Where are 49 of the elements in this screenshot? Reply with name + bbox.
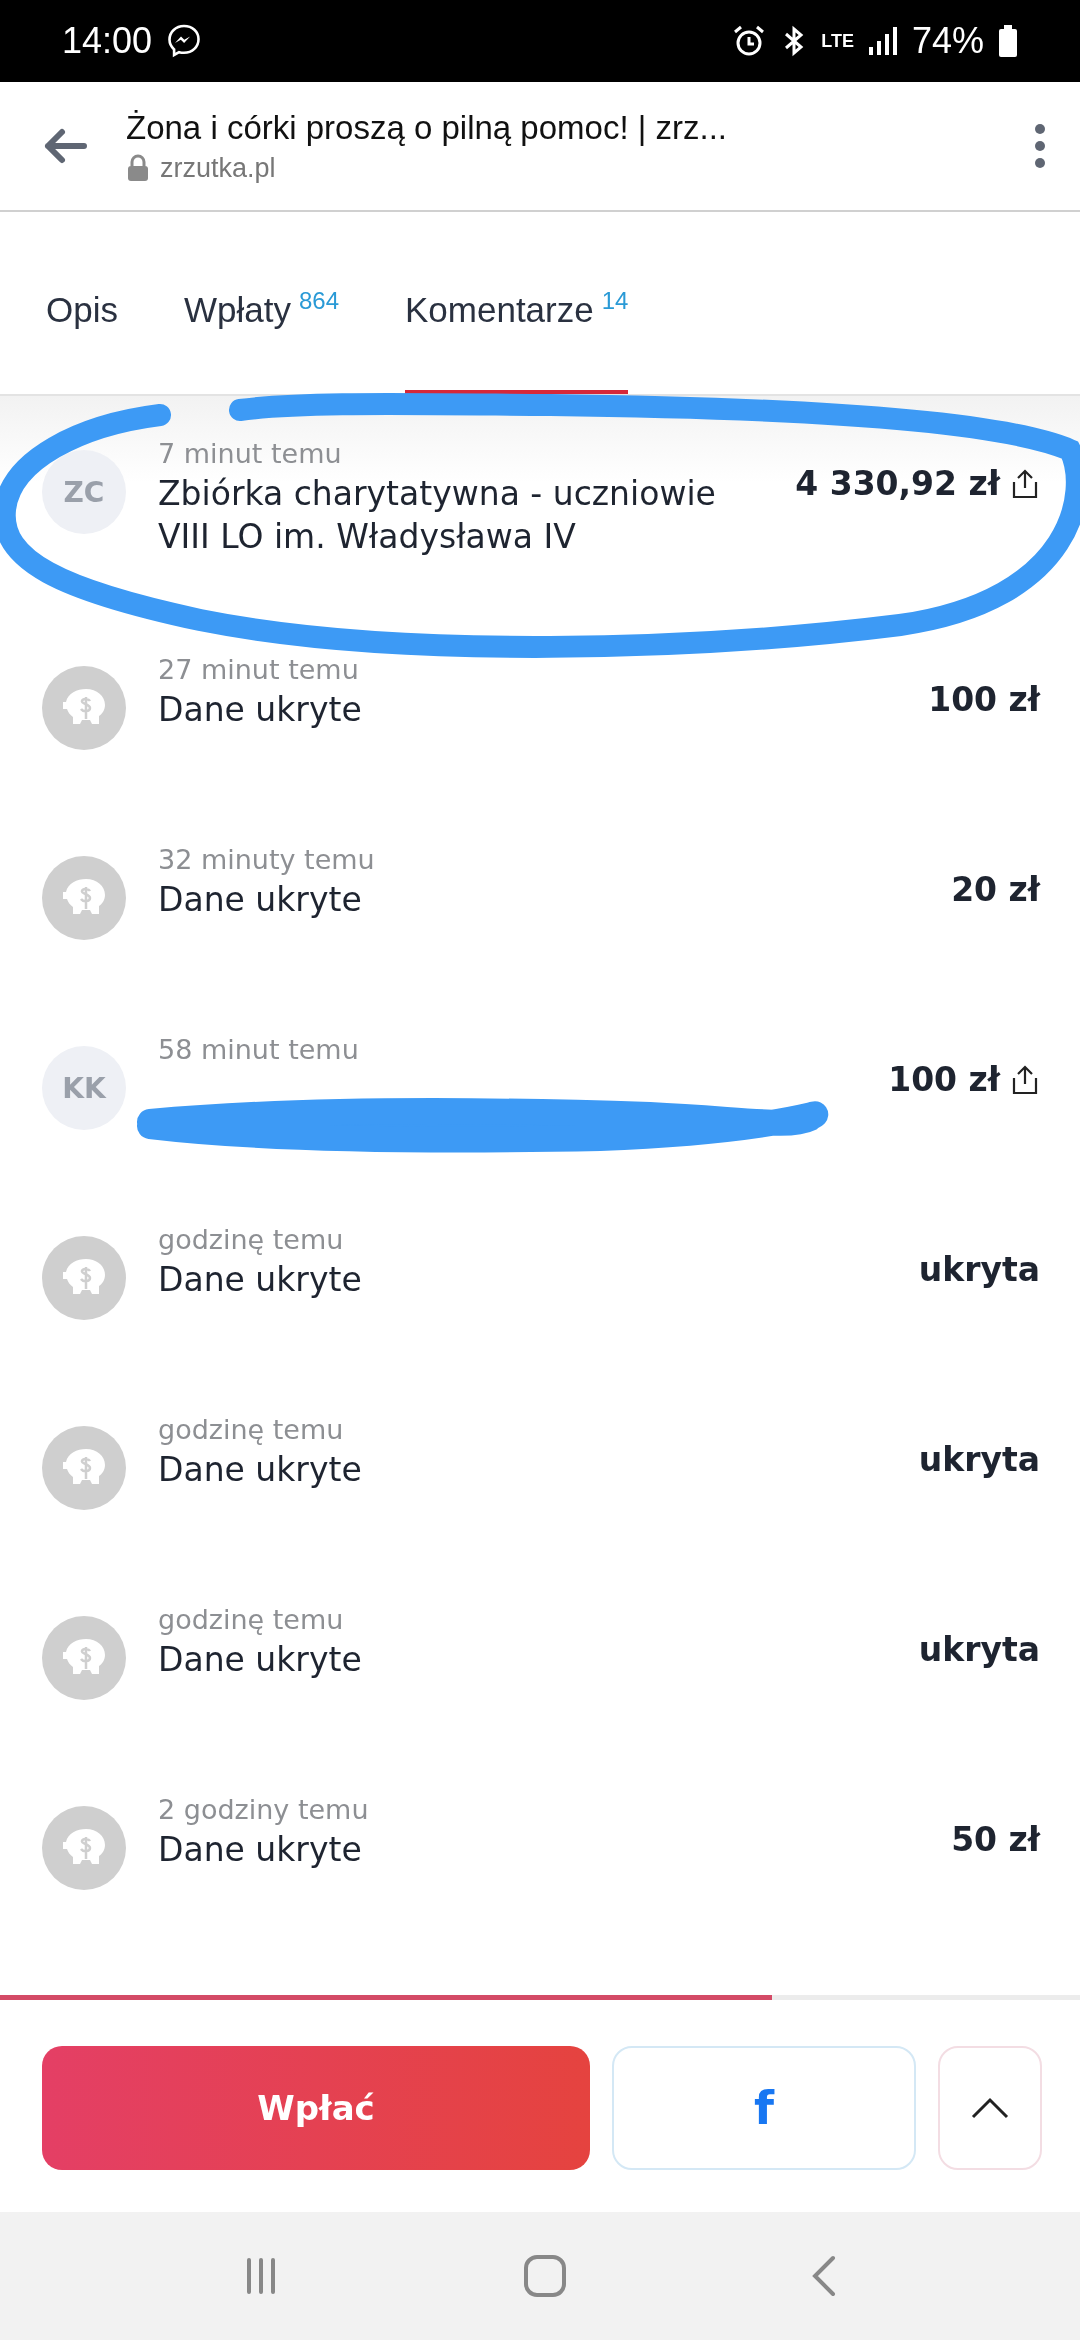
donation-time: 58 minut temu: [158, 1034, 360, 1065]
donor-name: Dane ukryte: [158, 1829, 363, 1871]
donation-amount: ukryta: [918, 1250, 1040, 1289]
piggy-bank-avatar-icon: [42, 856, 126, 940]
clock: 14:00: [62, 20, 153, 62]
donation-time: 7 minut temu: [158, 438, 343, 469]
piggy-bank-avatar-icon: [42, 1426, 126, 1510]
lock-icon: [126, 154, 150, 182]
donate-button[interactable]: Wpłać: [42, 2046, 590, 2170]
donor-name: Zbiórka charytatywna - uczniowie VIII LO im. Władysława IV: [158, 473, 717, 558]
signal-icon: [867, 25, 898, 57]
chevron-up-icon: [970, 2096, 1010, 2120]
share-icon[interactable]: [1010, 1063, 1040, 1096]
tab[interactable]: Wpłaty $^{864}$: [183, 287, 339, 394]
donation-time: 32 minuty temu: [158, 844, 376, 875]
donor-name: Dane ukryte: [158, 1259, 363, 1301]
donation-time: godzinę temu: [158, 1414, 345, 1445]
donation-amount: 100 zł: [888, 1060, 1000, 1099]
tab[interactable]: Opis: [46, 290, 118, 394]
battery-icon: [998, 23, 1018, 59]
donation-time: 2 godziny temu: [158, 1794, 370, 1825]
page-url: zrzutka.pl: [160, 152, 276, 184]
donor-name: Dane ukryte: [158, 689, 363, 731]
share-icon[interactable]: [1010, 467, 1040, 500]
avatar: KK: [42, 1046, 126, 1130]
donation-amount: 20 zł: [951, 870, 1040, 909]
home-icon[interactable]: [523, 2254, 567, 2298]
piggy-bank-avatar-icon: [42, 1806, 126, 1890]
donation-amount: 4 330,92 zł: [795, 464, 1000, 503]
piggy-bank-avatar-icon: [42, 1616, 126, 1700]
donor-name: Dane ukryte: [158, 1449, 363, 1491]
piggy-bank-avatar-icon: [42, 1236, 126, 1320]
battery-percent: 74%: [911, 20, 984, 62]
donor-name: Dane ukryte: [158, 1639, 363, 1681]
donation-time: 27 minut temu: [158, 654, 360, 685]
donation-time: godzinę temu: [158, 1604, 345, 1635]
donor-name: Dane ukryte: [158, 879, 363, 921]
piggy-bank-avatar-icon: [42, 666, 126, 750]
network-label: LTE: [821, 30, 854, 52]
donation-amount: ukryta: [918, 1440, 1040, 1479]
tab[interactable]: Komentarze $^{14}$: [405, 287, 629, 394]
avatar: ZC: [42, 450, 126, 534]
page-title: Żona i córki proszą o pilną pomoc! | zrz...: [126, 108, 728, 147]
donation-amount: 100 zł: [928, 680, 1040, 719]
donation-amount: 50 zł: [951, 1820, 1040, 1859]
donation-time: godzinę temu: [158, 1224, 345, 1255]
facebook-share-button[interactable]: f: [612, 2046, 916, 2170]
messenger-icon: [166, 23, 203, 59]
donation-amount: ukryta: [918, 1630, 1040, 1669]
